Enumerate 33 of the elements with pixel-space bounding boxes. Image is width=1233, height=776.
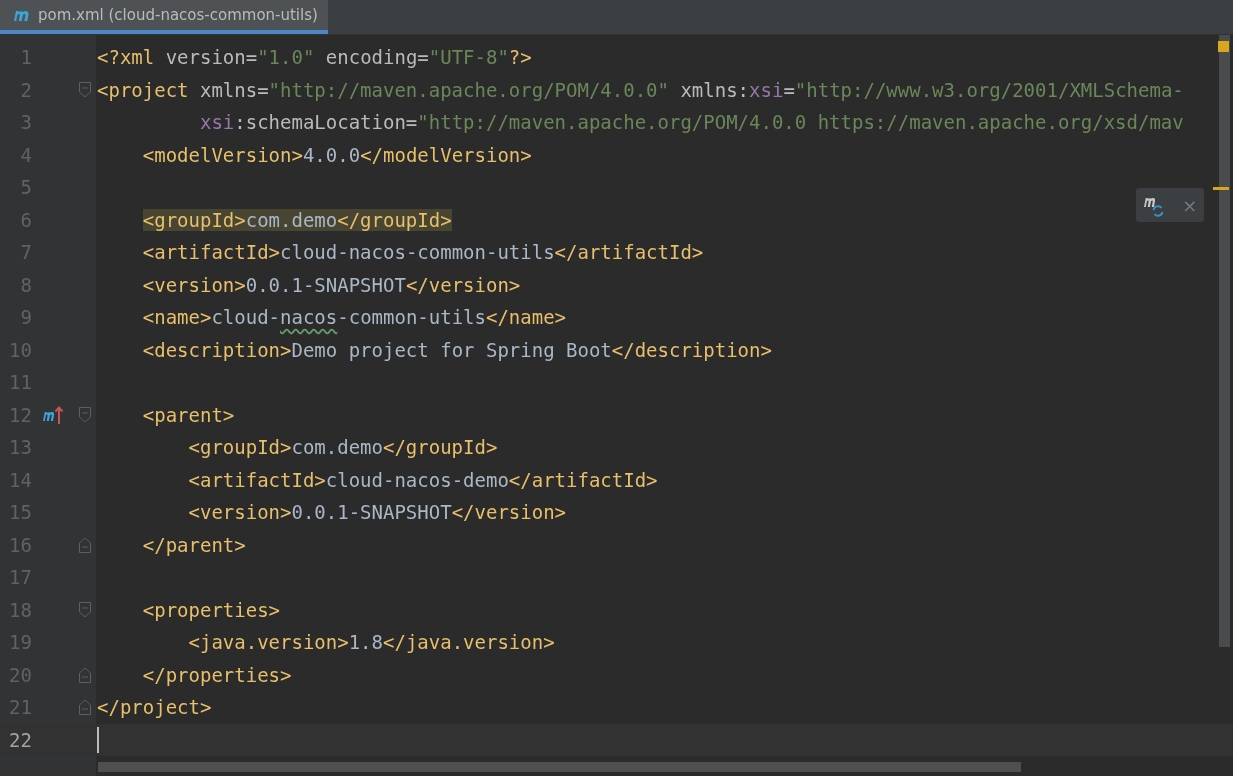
code-line: </properties> <box>141 663 292 686</box>
close-icon[interactable]: × <box>1182 194 1198 216</box>
code-line: xsi:schemaLocation="http://maven.apache.org/POM/4.0.0 https://maven.apache.org/xsd/mav <box>198 111 1184 134</box>
code-line: <groupId>com.demo</groupId> <box>141 208 452 231</box>
warning-marker <box>1218 41 1229 52</box>
code-line: <version>0.0.1-SNAPSHOT</version> <box>187 501 566 524</box>
fold-marker-icon[interactable] <box>79 81 91 98</box>
code-line: <properties> <box>141 598 281 621</box>
file-tab[interactable]: pom.xml (cloud-nacos-common-utils) <box>0 0 328 34</box>
code-line: </project> <box>96 696 212 719</box>
code-line: <project xmlns="http://maven.apache.org/POM/4.0.0" xmlns:xsi="http://www.w3.org/2001/XMLSchema- <box>96 78 1184 101</box>
code-line: <groupId>com.demo</groupId> <box>187 436 498 459</box>
code-line: <parent> <box>141 403 235 426</box>
code-line: <?xml version="1.0" encoding="UTF-8"?> <box>96 46 532 69</box>
code-line: <artifactId>cloud-nacos-demo</artifactId> <box>187 468 658 491</box>
fold-marker-icon[interactable] <box>79 699 91 716</box>
fold-marker-icon[interactable] <box>79 601 91 618</box>
code-line: <name>cloud-nacos-common-utils</name> <box>141 306 567 329</box>
fold-marker-icon[interactable] <box>79 406 91 423</box>
line-number: 22 <box>8 728 32 751</box>
vertical-scrollbar[interactable] <box>1219 35 1230 647</box>
code-line: <modelVersion>4.0.0</modelVersion> <box>141 143 532 166</box>
fold-marker-icon[interactable] <box>79 536 91 553</box>
overriding-marker-icon[interactable] <box>42 404 64 425</box>
code-line: <artifactId>cloud-nacos-common-utils</artifactId> <box>141 241 704 264</box>
highlight-marker <box>1213 187 1229 190</box>
code-line: <java.version>1.8</java.version> <box>187 631 555 654</box>
code-line: </parent> <box>141 533 246 556</box>
text-caret <box>97 726 99 753</box>
fold-marker-icon[interactable] <box>79 666 91 683</box>
code-line: <version>0.0.1-SNAPSHOT</version> <box>141 273 521 296</box>
code-line: <description>Demo project for Spring Boot</description> <box>141 338 772 361</box>
horizontal-scrollbar[interactable] <box>98 762 1021 772</box>
